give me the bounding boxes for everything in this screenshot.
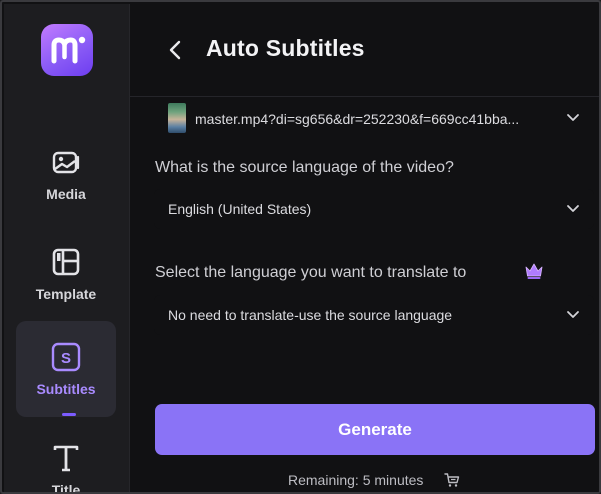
sidebar-item-label: Template xyxy=(35,286,97,302)
app-window: Media Template S Subtitles Title Auto Su… xyxy=(0,0,601,494)
subtitles-icon: S xyxy=(51,342,81,372)
active-indicator xyxy=(62,413,76,416)
auto-subtitles-panel: Auto Subtitles master.mp4?di=sg656&dr=25… xyxy=(130,4,599,492)
chevron-left-icon[interactable] xyxy=(166,38,186,62)
translate-language-value: No need to translate-use the source lang… xyxy=(168,307,453,323)
chevron-down-icon xyxy=(567,311,579,318)
title-icon xyxy=(53,445,79,472)
source-language-select[interactable]: English (United States) xyxy=(154,189,594,229)
sidebar-item-title[interactable]: Title xyxy=(16,422,116,494)
sidebar-item-subtitles[interactable]: S Subtitles xyxy=(16,321,116,417)
page-title: Auto Subtitles xyxy=(206,35,365,61)
sidebar-item-label: Media xyxy=(46,186,86,202)
remaining-minutes-text: Remaining: 5 minutes xyxy=(288,472,424,488)
cart-icon[interactable] xyxy=(444,472,460,488)
image-icon xyxy=(52,151,80,174)
sidebar-item-media[interactable]: Media xyxy=(16,126,116,222)
premium-crown-icon xyxy=(525,263,543,279)
source-language-question: What is the source language of the video… xyxy=(155,159,454,176)
translate-language-question: Select the language you want to translat… xyxy=(155,264,467,281)
chevron-down-icon xyxy=(567,114,579,121)
sidebar-item-label: Subtitles xyxy=(36,381,96,397)
sidebar-item-template[interactable]: Template xyxy=(16,226,116,322)
sidebar-item-label: Title xyxy=(51,482,81,494)
logo-m-icon xyxy=(51,36,86,64)
video-file-name: master.mp4?di=sg656&dr=252230&f=669cc41b… xyxy=(195,111,520,127)
svg-text:S: S xyxy=(61,350,71,367)
generate-button-label: Generate xyxy=(338,420,412,439)
translate-language-select[interactable]: No need to translate-use the source lang… xyxy=(154,295,594,335)
video-thumbnail xyxy=(168,103,186,133)
header-divider xyxy=(130,96,599,97)
source-language-value: English (United States) xyxy=(168,201,312,217)
sidebar: Media Template S Subtitles Title xyxy=(4,4,129,494)
video-file-select[interactable]: master.mp4?di=sg656&dr=252230&f=669cc41b… xyxy=(154,100,594,136)
app-logo xyxy=(41,24,93,76)
generate-button[interactable]: Generate xyxy=(155,404,595,455)
chevron-down-icon xyxy=(567,205,579,212)
template-icon xyxy=(52,248,80,276)
